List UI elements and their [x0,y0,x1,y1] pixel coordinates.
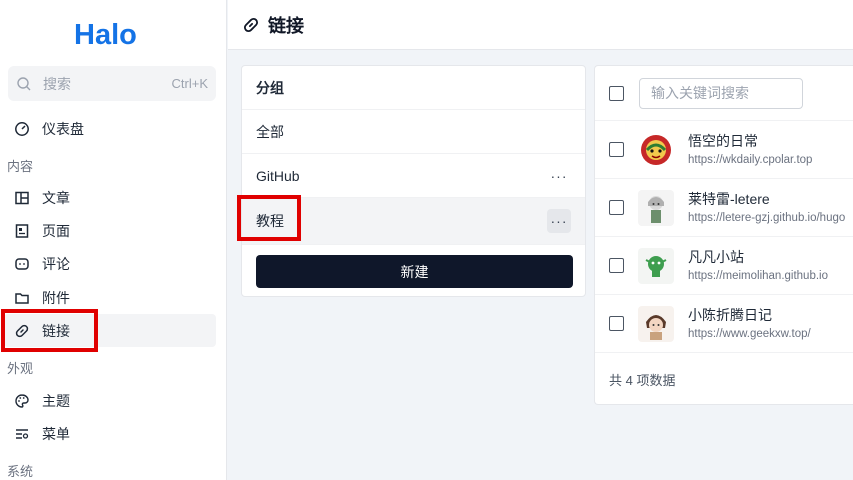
link-name: 悟空的日常 [688,132,758,149]
search-box[interactable]: 搜索 Ctrl+K [8,66,216,101]
more-options-button[interactable]: ··· [547,164,571,188]
group-panel: 分组 全部 GitHub ··· 教程 ··· 新建 [241,65,586,297]
group-item-all[interactable]: 全部 [242,110,585,154]
sidebar-item-menus[interactable]: 菜单 [4,417,216,450]
sidebar-item-dashboard[interactable]: 仪表盘 [4,112,216,145]
group-item-label: GitHub [256,167,300,184]
sidebar-item-label: 链接 [42,322,70,339]
page-header: 链接 [228,0,853,50]
row-checkbox[interactable] [609,200,624,215]
link-count: 共 4 项数据 [609,372,676,388]
link-list-toolbar [595,66,853,121]
select-all-checkbox[interactable] [609,85,624,101]
menu-icon [14,426,30,442]
halo-logo-mark: Halo [74,19,137,50]
sidebar-item-label: 评论 [42,255,70,272]
group-item-label: 教程 [256,213,284,229]
link-url: https://meimolihan.github.io [688,269,828,282]
group-panel-title: 分组 [242,66,585,110]
search-icon [17,76,31,90]
link-list-panel: 悟空的日常 https://wkdaily.cpolar.top 莱特雷-let… [594,65,853,405]
search-shortcut: Ctrl+K [171,76,208,91]
link-row[interactable]: 凡凡小站 https://meimolihan.github.io [595,237,853,295]
row-checkbox[interactable] [609,142,624,157]
nav-group-appearance: 外观 [7,361,34,376]
link-row[interactable]: 小陈折腾日记 https://www.geekxw.top/ [595,295,853,353]
keyword-search-input[interactable] [639,77,803,109]
new-group-button[interactable]: 新建 [256,255,573,288]
link-row[interactable]: 莱特雷-letere https://letere-gzj.github.io/… [595,179,853,237]
link-url: https://letere-gzj.github.io/hugo [688,211,846,224]
sidebar-item-attachments[interactable]: 附件 [4,281,216,314]
sidebar-item-label: 主题 [42,392,70,409]
page-title: 链接 [268,15,304,36]
group-item-tutorial[interactable]: 教程 ··· [242,198,585,245]
avatar [638,247,674,284]
link-url: https://www.geekxw.top/ [688,327,811,340]
link-url: https://wkdaily.cpolar.top [688,153,813,166]
group-item-label: 全部 [256,123,284,140]
comment-icon [14,256,30,272]
link-icon [244,17,258,32]
avatar [638,189,674,226]
halo-logo[interactable]: Halo [74,14,148,54]
sidebar: Halo 搜索 Ctrl+K 仪表盘 内容 文章 页面 评论 附件 链接 外观 … [0,0,227,480]
row-checkbox[interactable] [609,316,624,331]
sidebar-item-label: 仪表盘 [42,120,84,137]
link-icon [14,323,30,339]
avatar [638,305,674,342]
palette-icon [14,393,30,409]
sidebar-item-pages[interactable]: 页面 [4,214,216,247]
sidebar-item-themes[interactable]: 主题 [4,384,216,417]
avatar [638,131,674,168]
sidebar-item-posts[interactable]: 文章 [4,181,216,214]
sidebar-item-label: 页面 [42,222,70,239]
more-options-button[interactable]: ··· [547,209,571,233]
nav-group-content: 内容 [7,159,34,174]
group-item-github[interactable]: GitHub ··· [242,154,585,198]
link-name: 莱特雷-letere [688,190,770,207]
post-icon [14,190,30,206]
sidebar-item-comments[interactable]: 评论 [4,247,216,280]
link-name: 凡凡小站 [688,248,744,265]
sidebar-item-links[interactable]: 链接 [4,314,216,347]
link-name: 小陈折腾日记 [688,306,772,323]
svg-text:Halo: Halo [74,19,137,50]
sidebar-item-label: 附件 [42,289,70,306]
nav-group-system: 系统 [7,464,34,479]
page-icon [14,223,30,239]
link-row[interactable]: 悟空的日常 https://wkdaily.cpolar.top [595,121,853,179]
dashboard-icon [14,121,30,137]
folder-icon [14,290,30,306]
sidebar-item-label: 菜单 [42,425,70,442]
row-checkbox[interactable] [609,258,624,273]
search-placeholder: 搜索 [43,75,71,92]
sidebar-item-label: 文章 [42,189,70,206]
